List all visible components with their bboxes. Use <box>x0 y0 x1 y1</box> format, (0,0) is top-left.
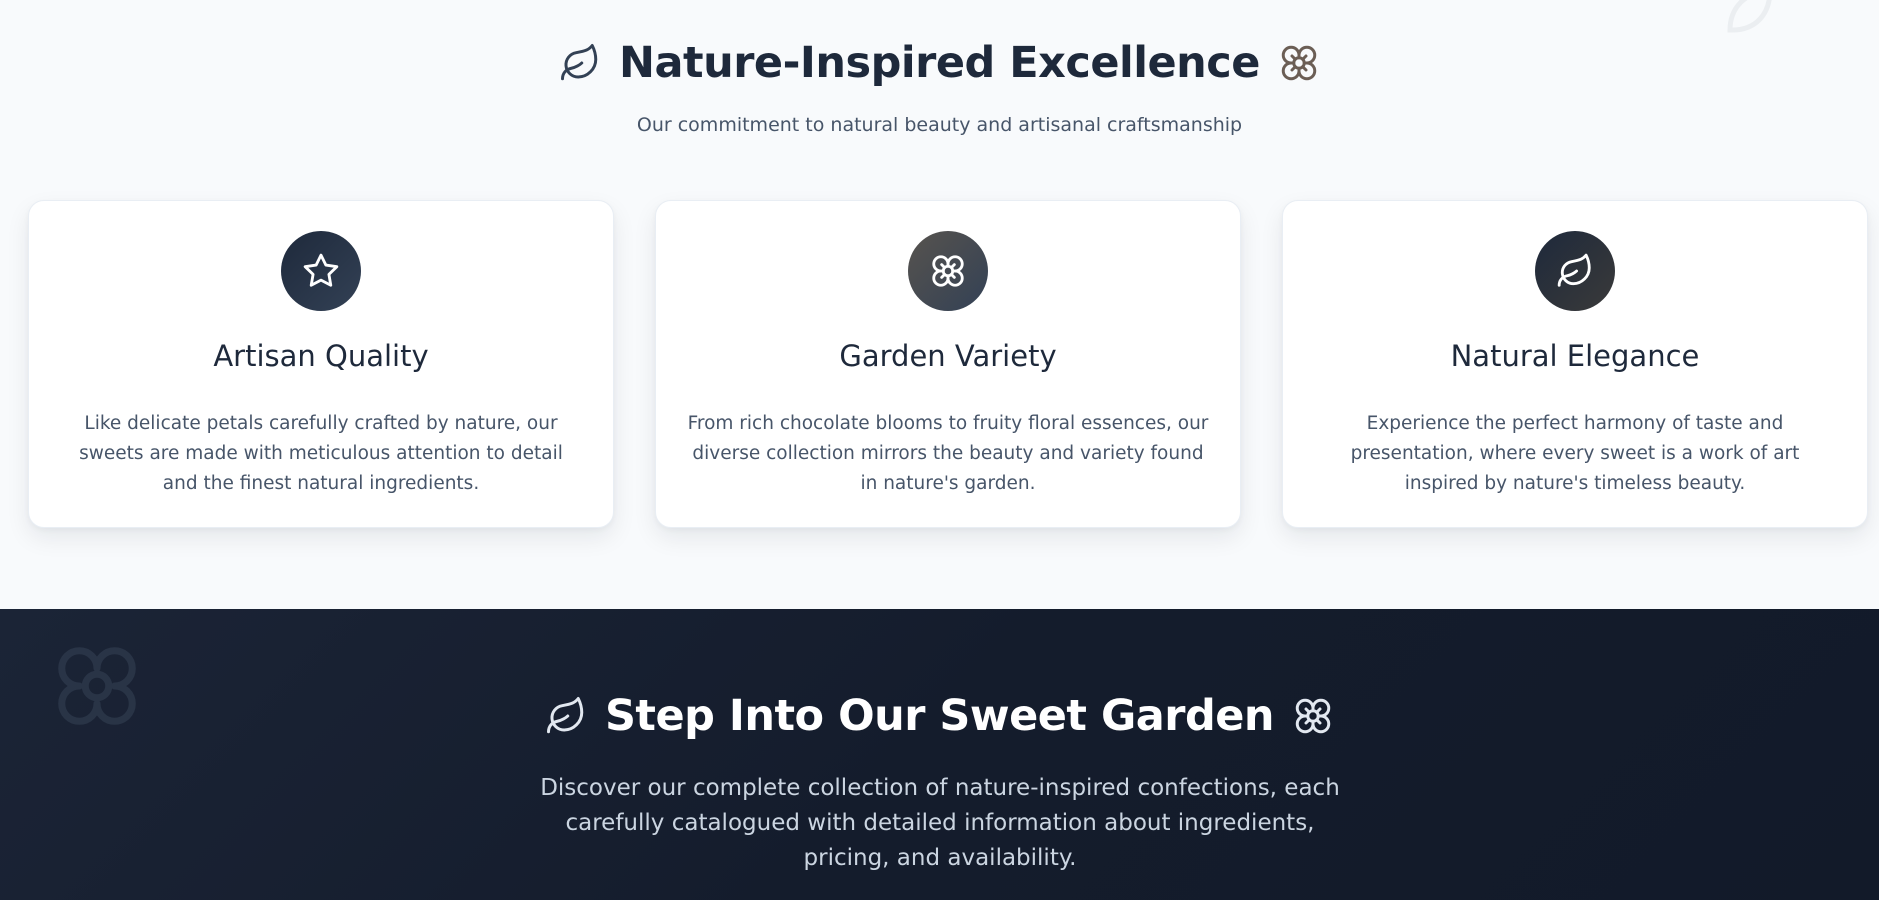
cta-description: Discover our complete collection of natu… <box>540 775 1340 871</box>
card-icon-badge <box>908 231 988 311</box>
card-icon-badge <box>1535 231 1615 311</box>
feature-card-natural-elegance: Natural Elegance Experience the perfect … <box>1282 200 1868 528</box>
garden-cta-section: Step Into Our Sweet Garden Discover our … <box>0 609 1879 900</box>
card-description: Experience the perfect harmony of taste … <box>1350 413 1800 494</box>
leaf-icon <box>546 697 584 734</box>
flower-icon <box>1281 45 1317 81</box>
cta-heading: Step Into Our Sweet Garden <box>0 691 1879 741</box>
flower-icon <box>932 255 964 287</box>
leaf-icon <box>561 44 598 81</box>
card-title: Garden Variety <box>839 339 1057 373</box>
feature-card-artisan-quality: Artisan Quality Like delicate petals car… <box>28 200 614 528</box>
features-section: Nature-Inspired Excellence Our commitmen… <box>0 0 1879 609</box>
leaf-icon <box>1557 253 1591 287</box>
card-description: From rich chocolate blooms to fruity flo… <box>687 413 1209 494</box>
card-icon-badge <box>281 231 361 311</box>
star-icon <box>303 253 339 287</box>
card-title: Artisan Quality <box>213 339 429 373</box>
features-subtitle: Our commitment to natural beauty and art… <box>636 114 1243 136</box>
background-leaf-icon <box>1727 0 1772 33</box>
card-title: Natural Elegance <box>1450 339 1700 373</box>
features-title: Nature-Inspired Excellence <box>619 38 1260 88</box>
flower-icon <box>1295 698 1331 734</box>
feature-card-garden-variety: Garden Variety From rich chocolate bloom… <box>655 200 1241 528</box>
cta-title: Step Into Our Sweet Garden <box>604 691 1275 741</box>
features-heading: Nature-Inspired Excellence <box>0 38 1879 88</box>
card-description: Like delicate petals carefully crafted b… <box>79 413 563 494</box>
